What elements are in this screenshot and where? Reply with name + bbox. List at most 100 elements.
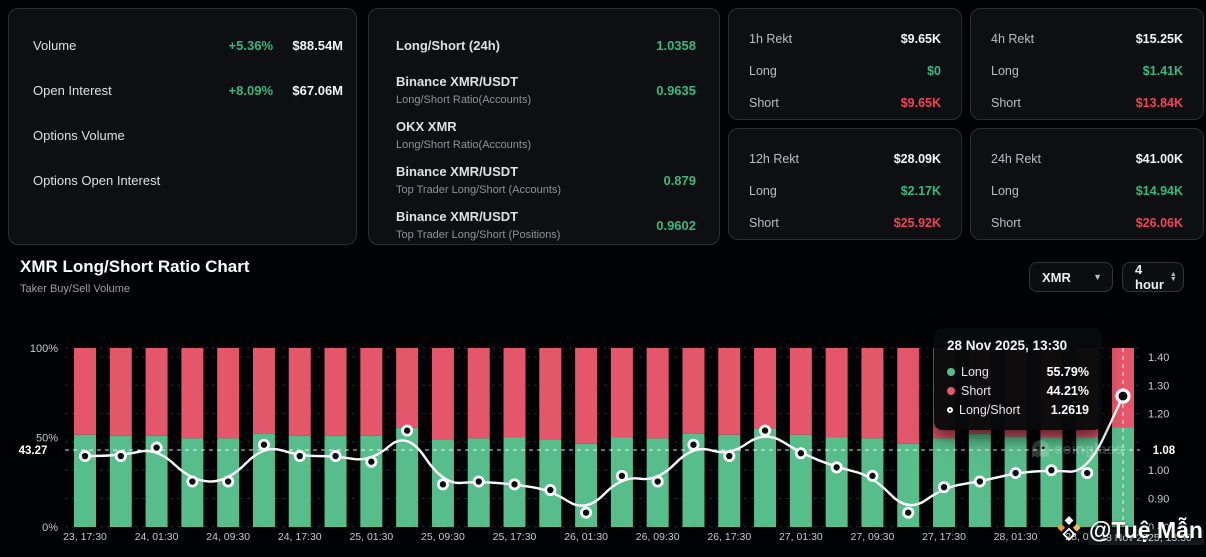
short-bar-segment — [253, 348, 275, 434]
stat-change: +5.36% — [203, 38, 273, 53]
svg-text:1.20: 1.20 — [1148, 409, 1169, 421]
short-bar-segment — [754, 348, 776, 429]
line-marker — [582, 508, 591, 517]
rekt-short-label: Short — [749, 96, 779, 110]
svg-text:100%: 100% — [30, 343, 58, 355]
page-title: XMR Long/Short Ratio Chart — [20, 257, 249, 277]
short-bar-segment — [360, 348, 382, 436]
svg-text:27, 01:30: 27, 01:30 — [779, 531, 823, 543]
stat-value: $88.54M — [273, 38, 343, 53]
symbol-select-value: XMR — [1042, 270, 1071, 285]
svg-text:23, 17:30: 23, 17:30 — [63, 531, 107, 543]
svg-text:24, 17:30: 24, 17:30 — [278, 531, 322, 543]
market-stats-card: Volume+5.36%$88.54MOpen Interest+8.09%$6… — [8, 8, 357, 245]
short-bar-segment — [682, 348, 704, 434]
stat-label: Options Open Interest — [33, 173, 160, 188]
rekt-row: 4h Rekt$15.25K — [991, 23, 1183, 55]
rekt-total: $41.00K — [1136, 152, 1183, 166]
ratio-labels: Binance XMR/USDTTop Trader Long/Short (P… — [396, 208, 560, 242]
ratio-sub-label: Top Trader Long/Short (Positions) — [396, 228, 560, 243]
left-axis: 100%50%0% — [30, 343, 58, 534]
symbol-select[interactable]: XMR ▼ — [1029, 262, 1113, 292]
rekt-long-value: $0 — [927, 64, 941, 78]
svg-text:28, 01:30: 28, 01:30 — [994, 531, 1038, 543]
stat-label: Open Interest — [33, 83, 112, 98]
tooltip-value: 44.21% — [1047, 384, 1089, 398]
ratio-row: OKX XMR Long/Short Ratio(Accounts) — [396, 113, 696, 158]
svg-text:1.08: 1.08 — [1153, 445, 1176, 457]
ratio-value: 1.0358 — [656, 38, 696, 53]
tooltip-value: 1.2619 — [1051, 403, 1089, 417]
rekt-short-label: Short — [991, 216, 1021, 230]
ratio-value: 0.879 — [663, 173, 696, 188]
rekt-short-label: Short — [749, 216, 779, 230]
rekt-short-value: $25.92K — [894, 216, 941, 230]
ratio-row: Binance XMR/USDTTop Trader Long/Short (P… — [396, 203, 696, 248]
svg-text:26, 01:30: 26, 01:30 — [564, 531, 608, 543]
rekt-long-label: Long — [991, 64, 1019, 78]
long-bar-segment — [1005, 437, 1027, 527]
line-marker — [617, 471, 626, 480]
long-bar-segment — [289, 436, 311, 527]
stat-label: Options Volume — [33, 128, 125, 143]
rekt-title: 24h Rekt — [991, 152, 1041, 166]
ratio-value: 0.9635 — [656, 83, 696, 98]
long-bar-segment — [360, 436, 382, 527]
rekt-short-label: Short — [991, 96, 1021, 110]
long-short-ratios-card: Long/Short (24h)1.0358Binance XMR/USDTLo… — [368, 8, 720, 245]
chart-canvas[interactable]: 100%50%0%1.401.301.201.000.900.8023, 17:… — [0, 310, 1206, 557]
rekt-row: Short$13.84K — [991, 87, 1183, 119]
diamond-logo-icon — [1055, 515, 1083, 545]
rekt-total: $28.09K — [894, 152, 941, 166]
rekt-short-value: $9.65K — [901, 96, 941, 110]
long-bar-segment — [754, 429, 776, 527]
tooltip-label: Short — [961, 384, 991, 398]
line-marker — [331, 451, 340, 460]
ratio-labels: OKX XMR Long/Short Ratio(Accounts) — [396, 118, 531, 152]
legend-dot-ratio — [947, 407, 953, 413]
line-marker — [546, 485, 555, 494]
line-marker — [725, 451, 734, 460]
short-bar-segment — [325, 348, 347, 436]
short-bar-segment — [146, 348, 168, 436]
line-marker — [904, 508, 913, 517]
short-bar-segment — [432, 348, 454, 439]
line-marker — [80, 451, 89, 460]
long-bar-segment — [1040, 438, 1062, 528]
line-marker — [939, 483, 948, 492]
short-bar-segment — [74, 348, 96, 435]
rekt-row: Short $9.65K — [749, 87, 941, 119]
author-watermark-text: @Tuệ Mẫn — [1089, 517, 1203, 544]
long-bar-segment — [74, 435, 96, 527]
x-axis: 23, 17:3024, 01:3024, 09:3024, 17:3025, … — [63, 531, 1109, 543]
short-bar-segment — [217, 348, 239, 438]
ratio-row: Long/Short (24h)1.0358 — [396, 23, 696, 68]
rekt-card: 24h Rekt$41.00KLong$14.94KShort$26.06K — [970, 128, 1204, 240]
ratio-sub-label: Long/Short Ratio(Accounts) — [396, 138, 531, 153]
tooltip-date: 28 Nov 2025, 13:30 — [947, 338, 1089, 353]
short-bar-segment — [790, 348, 812, 435]
ratio-labels: Binance XMR/USDTLong/Short Ratio(Account… — [396, 73, 531, 107]
ratio-exchange-label: OKX XMR — [396, 118, 531, 136]
svg-text:1.00: 1.00 — [1148, 465, 1169, 477]
line-marker — [259, 440, 268, 449]
ratio-exchange-label: Binance XMR/USDT — [396, 163, 561, 181]
svg-text:25, 17:30: 25, 17:30 — [493, 531, 537, 543]
legend-dot-short — [947, 387, 955, 395]
svg-text:27, 17:30: 27, 17:30 — [922, 531, 966, 543]
crosshair-right-badge: 1.08 — [1144, 442, 1184, 459]
line-marker — [438, 480, 447, 489]
short-bar-segment — [468, 348, 490, 438]
tooltip-row: Long55.79% — [947, 362, 1089, 381]
rekt-title: 12h Rekt — [749, 152, 799, 166]
ratio-labels: Binance XMR/USDTTop Trader Long/Short (A… — [396, 163, 561, 197]
line-marker — [689, 440, 698, 449]
svg-text:43.27: 43.27 — [19, 445, 48, 457]
line-marker — [832, 463, 841, 472]
long-bar-segment — [861, 438, 883, 527]
line-marker — [474, 477, 483, 486]
ratio-value: 0.9602 — [656, 218, 696, 233]
interval-select[interactable]: 4 hour ▲▼ — [1122, 262, 1184, 292]
svg-text:27, 09:30: 27, 09:30 — [851, 531, 895, 543]
rekt-long-label: Long — [991, 184, 1019, 198]
